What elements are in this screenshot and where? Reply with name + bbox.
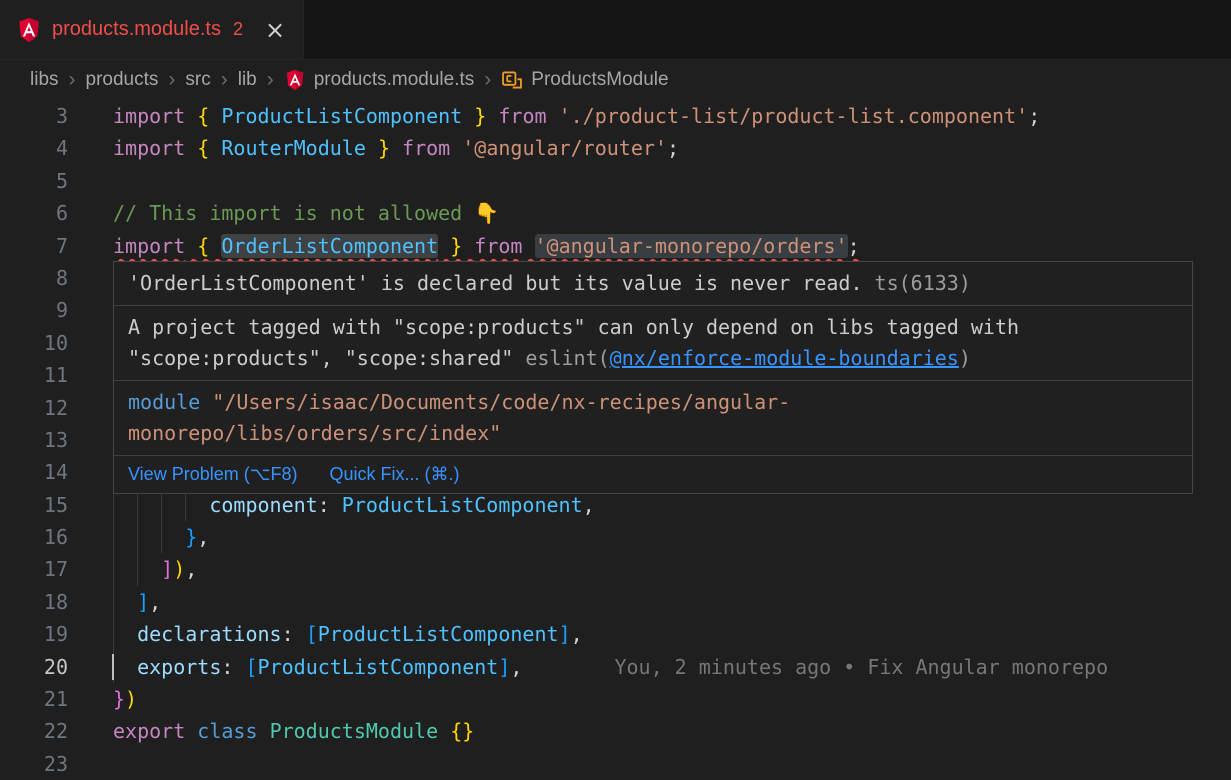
code-line-3[interactable]: 3 import { ProductListComponent } from '.… bbox=[0, 100, 1231, 132]
module-path-line2: monorepo/libs/orders/src/index" bbox=[128, 421, 501, 445]
tab-problem-count: 2 bbox=[233, 19, 243, 40]
breadcrumb-separator-icon: › bbox=[267, 70, 274, 90]
line-number: 16 bbox=[0, 521, 68, 553]
eslint-diagnostic: A project tagged with "scope:products" c… bbox=[114, 306, 1192, 381]
code-line-6[interactable]: 6 // This import is not allowed 👇 bbox=[0, 197, 1231, 229]
code-text: import { ProductListComponent } from './… bbox=[113, 100, 1040, 132]
breadcrumb: libs › products › src › lib › products.module.ts… bbox=[0, 60, 1231, 100]
code-text: }) bbox=[113, 683, 137, 715]
close-icon[interactable]: × bbox=[265, 18, 285, 42]
code-text: }, bbox=[113, 521, 209, 553]
breadcrumb-label: lib bbox=[238, 69, 257, 91]
line-number: 21 bbox=[0, 683, 68, 715]
breadcrumb-separator-icon: › bbox=[69, 70, 76, 90]
tab-bar: products.module.ts 2 × bbox=[0, 0, 1231, 60]
class-icon bbox=[501, 69, 523, 91]
line-number: 15 bbox=[0, 489, 68, 521]
breadcrumb-label: libs bbox=[30, 69, 59, 91]
line-number: 7 bbox=[0, 230, 68, 262]
breadcrumb-item-src[interactable]: src bbox=[185, 69, 210, 91]
line-number: 5 bbox=[0, 165, 68, 197]
breadcrumb-item-lib[interactable]: lib bbox=[238, 69, 257, 91]
code-line-4[interactable]: 4 import { RouterModule } from '@angular/… bbox=[0, 132, 1231, 164]
line-number: 23 bbox=[0, 748, 68, 780]
code-text: ], bbox=[113, 586, 161, 618]
inline-git-blame: You, 2 minutes ago • Fix Angular monorep… bbox=[614, 655, 1108, 679]
module-path-line1: "/Users/isaac/Documents/code/nx-recipes/… bbox=[200, 390, 790, 414]
eslint-message-line2: "scope:products", "scope:shared" bbox=[128, 346, 525, 370]
module-keyword: module bbox=[128, 390, 200, 414]
line-number: 11 bbox=[0, 359, 68, 391]
line-number: 9 bbox=[0, 294, 68, 326]
code-line-17[interactable]: 17 ]), bbox=[0, 553, 1231, 585]
eslint-source-close: ) bbox=[959, 346, 971, 370]
line-number: 20 bbox=[0, 651, 68, 683]
line-number: 19 bbox=[0, 618, 68, 650]
ts-diagnostic-message: 'OrderListComponent' is declared but its… bbox=[128, 271, 863, 295]
line-number: 17 bbox=[0, 553, 68, 585]
line-number: 13 bbox=[0, 424, 68, 456]
ts-diagnostic-code: ts(6133) bbox=[863, 271, 971, 295]
breadcrumb-item-libs[interactable]: libs bbox=[30, 69, 59, 91]
code-text: declarations: [ProductListComponent], bbox=[113, 618, 583, 650]
line-number: 6 bbox=[0, 197, 68, 229]
tab-label: products.module.ts bbox=[52, 18, 221, 41]
problem-hover-popup: 'OrderListComponent' is declared but its… bbox=[113, 261, 1193, 494]
code-text: exports: [ProductListComponent],You, 2 m… bbox=[113, 651, 1108, 683]
line-number: 3 bbox=[0, 100, 68, 132]
breadcrumb-item-productsmodule[interactable]: ProductsModule bbox=[501, 69, 668, 91]
eslint-source-open: eslint( bbox=[525, 346, 609, 370]
ts-diagnostic: 'OrderListComponent' is declared but its… bbox=[114, 262, 1192, 306]
code-line-18[interactable]: 18 ], bbox=[0, 586, 1231, 618]
code-line-20[interactable]: 20 exports: [ProductListComponent],You, … bbox=[0, 651, 1231, 683]
breadcrumb-label: src bbox=[185, 69, 210, 91]
breadcrumb-label: products bbox=[86, 69, 159, 91]
code-line-5[interactable]: 5 bbox=[0, 165, 1231, 197]
code-line-16[interactable]: 16 }, bbox=[0, 521, 1231, 553]
quick-fix-action[interactable]: Quick Fix... (⌘.) bbox=[329, 464, 459, 485]
line-number: 22 bbox=[0, 715, 68, 747]
view-problem-action[interactable]: View Problem (⌥F8) bbox=[128, 464, 297, 485]
line-number: 8 bbox=[0, 262, 68, 294]
breadcrumb-separator-icon: › bbox=[484, 70, 491, 90]
code-text: export class ProductsModule {} bbox=[113, 715, 474, 747]
code-text: ]), bbox=[113, 553, 197, 585]
code-text: // This import is not allowed 👇 bbox=[113, 197, 499, 229]
vscode-window: { "tab_bar": { "tab": { "title": "produc… bbox=[0, 0, 1231, 780]
code-line-23[interactable]: 23 bbox=[0, 748, 1231, 780]
tab-products-module-ts[interactable]: products.module.ts 2 × bbox=[0, 0, 304, 59]
code-line-19[interactable]: 19 declarations: [ProductListComponent], bbox=[0, 618, 1231, 650]
angular-icon bbox=[284, 69, 306, 91]
code-line-21[interactable]: 21}) bbox=[0, 683, 1231, 715]
breadcrumb-item-products-module-ts[interactable]: products.module.ts bbox=[284, 69, 475, 91]
line-number: 4 bbox=[0, 132, 68, 164]
module-path-info: module "/Users/isaac/Documents/code/nx-r… bbox=[114, 381, 1192, 456]
line-number: 18 bbox=[0, 586, 68, 618]
breadcrumb-label: ProductsModule bbox=[531, 69, 668, 91]
code-line-22[interactable]: 22 export class ProductsModule {} bbox=[0, 715, 1231, 747]
eslint-rule-link[interactable]: @nx/enforce-module-boundaries bbox=[610, 346, 959, 370]
eslint-message-line1: A project tagged with "scope:products" c… bbox=[128, 315, 1019, 339]
hover-action-bar: View Problem (⌥F8) Quick Fix... (⌘.) bbox=[114, 456, 1192, 493]
code-text: import { RouterModule } from '@angular/r… bbox=[113, 132, 679, 164]
code-text: import { OrderListComponent } from '@ang… bbox=[113, 230, 860, 262]
angular-icon bbox=[16, 17, 42, 43]
line-number: 10 bbox=[0, 327, 68, 359]
code-line-7[interactable]: 7 import { OrderListComponent } from '@an… bbox=[0, 230, 1231, 262]
breadcrumb-separator-icon: › bbox=[168, 70, 175, 90]
breadcrumb-item-products[interactable]: products bbox=[86, 69, 159, 91]
breadcrumb-separator-icon: › bbox=[221, 70, 228, 90]
line-number: 14 bbox=[0, 456, 68, 488]
line-number: 12 bbox=[0, 392, 68, 424]
breadcrumb-label: products.module.ts bbox=[314, 69, 475, 91]
